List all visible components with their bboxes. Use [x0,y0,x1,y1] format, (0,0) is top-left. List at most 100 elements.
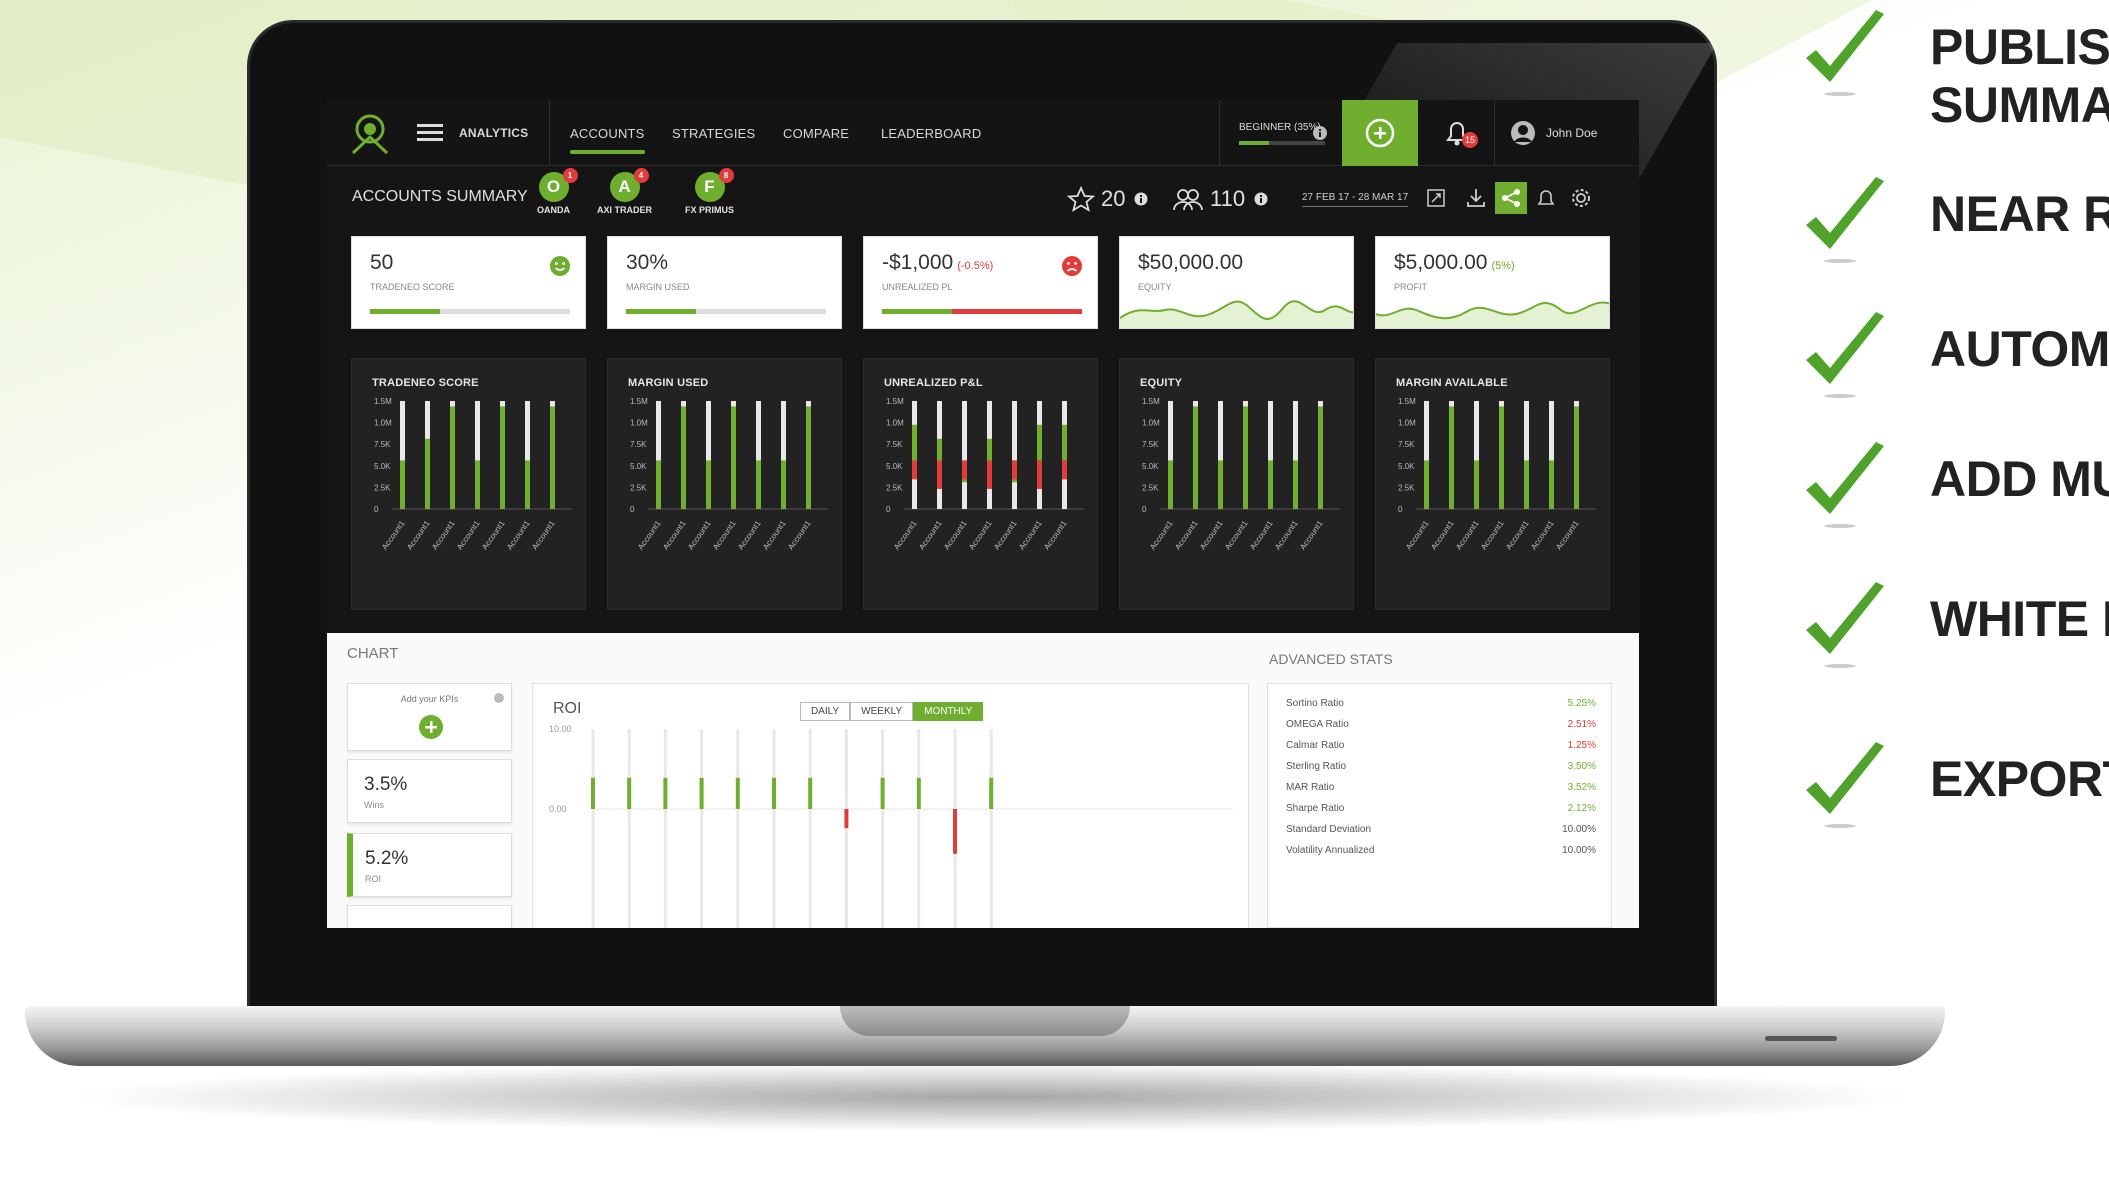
checkmark-icon [1800,310,1890,400]
tab-leaderboard[interactable]: LEADERBOARD [881,100,981,166]
x-tick-label: Account1 [530,519,557,552]
panel-tradeneo-score: TRADENEO SCORE 1.5M 1.0M 7.5K 5.0K 2.5K 0 Accou… [351,358,586,610]
account-fx-primus[interactable]: F8 FX PRIMUS [685,168,734,215]
account-oanda-badge: 1 [562,168,578,183]
bar-value [1574,406,1579,509]
app-screen: ANALYTICS ACCOUNTS STRATEGIES COMPARE LE… [327,100,1639,928]
bar-value [1424,460,1429,509]
account-oanda[interactable]: O1 OANDA [537,168,578,215]
bar-value [1318,406,1323,509]
bar-value [806,406,811,509]
roi-bar [989,777,994,809]
download-button[interactable] [1460,182,1492,214]
accounts-summary-bar: ACCOUNTS SUMMARY O1 OANDA A4 AXI TRADER … [327,166,1639,236]
user-menu[interactable]: John Doe [1510,100,1597,166]
settings-button[interactable] [1565,182,1597,214]
account-fx-badge: 8 [718,168,734,183]
kpi-value-text: $50,000.00 [1138,251,1244,274]
y-tick-label: 0 [1142,505,1147,514]
expand-button[interactable] [1420,182,1452,214]
stat-name: Volatility Annualized [1286,845,1375,856]
x-tick-label: Account1 [1504,519,1531,552]
account-fx-icon: F8 [694,168,734,202]
stat-value: 5.25% [1567,698,1596,709]
followers-count[interactable]: 110 [1172,186,1269,212]
add-kpi-icon[interactable] [418,714,444,740]
bar-value [1168,460,1173,509]
stars-count[interactable]: 20 [1067,186,1149,212]
notifications-button[interactable]: 15 [1442,100,1478,166]
tab-strategies[interactable]: STRATEGIES [672,100,755,166]
chart-section-title: CHART [347,645,399,662]
roi-bar-negative [844,809,849,829]
roi-bar [627,777,632,809]
account-axi-badge: 4 [633,168,649,183]
bar-value [550,406,555,509]
hamburger-menu-button[interactable] [417,100,443,166]
x-tick-label: Account1 [736,519,763,552]
date-range-picker[interactable]: 27 FEB 17 - 28 MAR 17 [1302,192,1409,207]
roi-chart: 10.00 0.00 [549,724,1233,928]
x-tick-label: Account1 [686,519,713,552]
kpi-item-roi[interactable]: 5.2% ROI [347,833,512,897]
y-tick-label: 1.5M [1398,397,1416,406]
add-account-button[interactable] [1342,100,1418,166]
happy-face-icon [550,256,570,276]
y-tick-label: 0.00 [549,804,567,814]
bar-value [1268,460,1273,509]
share-button[interactable] [1495,182,1527,214]
tab-accounts[interactable]: ACCOUNTS [570,100,645,166]
y-tick-label: 7.5K [886,440,903,449]
x-tick-label: Account1 [1148,519,1175,552]
x-tick-label: Account1 [1479,519,1506,552]
x-tick-label: Account1 [1173,519,1200,552]
x-tick-label: Account1 [380,519,407,552]
user-name: John Doe [1546,126,1598,140]
stat-name: Calmar Ratio [1286,740,1345,751]
feature-label: ADD MU [1930,451,2109,507]
stat-value: 2.12% [1567,803,1596,814]
chart-section: CHART Add your KPIs 3.5% Wins 5.2% ROI R… [327,633,1639,928]
tab-compare[interactable]: COMPARE [783,100,849,166]
notification-badge: 15 [1462,132,1478,148]
feature-label: EXPORT [1930,751,2109,807]
kpi-card-margin-used[interactable]: 30% MARGIN USED [607,236,842,329]
x-tick-label: Account1 [892,519,919,552]
nav-divider [1494,100,1495,166]
roi-bar [880,777,885,809]
y-tick-label: 5.0K [1142,462,1159,471]
roi-bar [735,777,740,809]
app-logo[interactable] [345,100,401,166]
x-tick-label: Account1 [430,519,457,552]
bell-gear-icon [1537,190,1555,205]
y-tick-label: 10.00 [549,724,572,734]
bar-positive [912,424,917,463]
kpi-card-unrealized-pl[interactable]: -$1,000 (-0.5%) UNREALIZED PL [863,236,1098,329]
kpi-progress [882,309,1082,314]
add-kpis-box[interactable]: Add your KPIs [347,683,512,751]
stat-value: 10.00% [1562,824,1596,835]
kpi-card-profit[interactable]: $5,000.00 (5%) PROFIT [1375,236,1610,329]
kpi-card-equity[interactable]: $50,000.00 EQUITY [1119,236,1354,329]
kpi-item-more[interactable] [347,905,512,928]
bar-value [756,460,761,509]
panel-chart: 1.5M1.0M7.5K5.0K2.5K0Account1Account1Acc… [1398,397,1596,552]
kpi-item-wins[interactable]: 3.5% Wins [347,759,512,823]
y-tick-label: 1.5M [1142,397,1160,406]
stat-value: 3.50% [1567,761,1596,772]
bar-value [1524,460,1529,509]
bar-track [962,401,967,509]
bar-negative [937,460,942,489]
active-tab-indicator [570,150,645,154]
bar-value [450,406,455,509]
bar-track [1012,401,1017,509]
level-info-icon[interactable] [1312,100,1328,166]
kpi-card-tradeneo-score[interactable]: 50 TRADENEO SCORE [351,236,586,329]
bar-negative [912,460,917,480]
account-axi-trader[interactable]: A4 AXI TRADER [597,168,652,215]
panel-margin-available: MARGIN AVAILABLE 1.5M 1.0M 7.5K 5.0K 2.5K 0 Acc… [1375,358,1610,610]
alerts-settings-button[interactable] [1530,182,1562,214]
info-icon [1254,192,1268,206]
stat-value: 1.25% [1567,740,1596,751]
panel-equity: EQUITY 1.5M 1.0M 7.5K 5.0K 2.5K 0 Account1 Accou… [1119,358,1354,610]
